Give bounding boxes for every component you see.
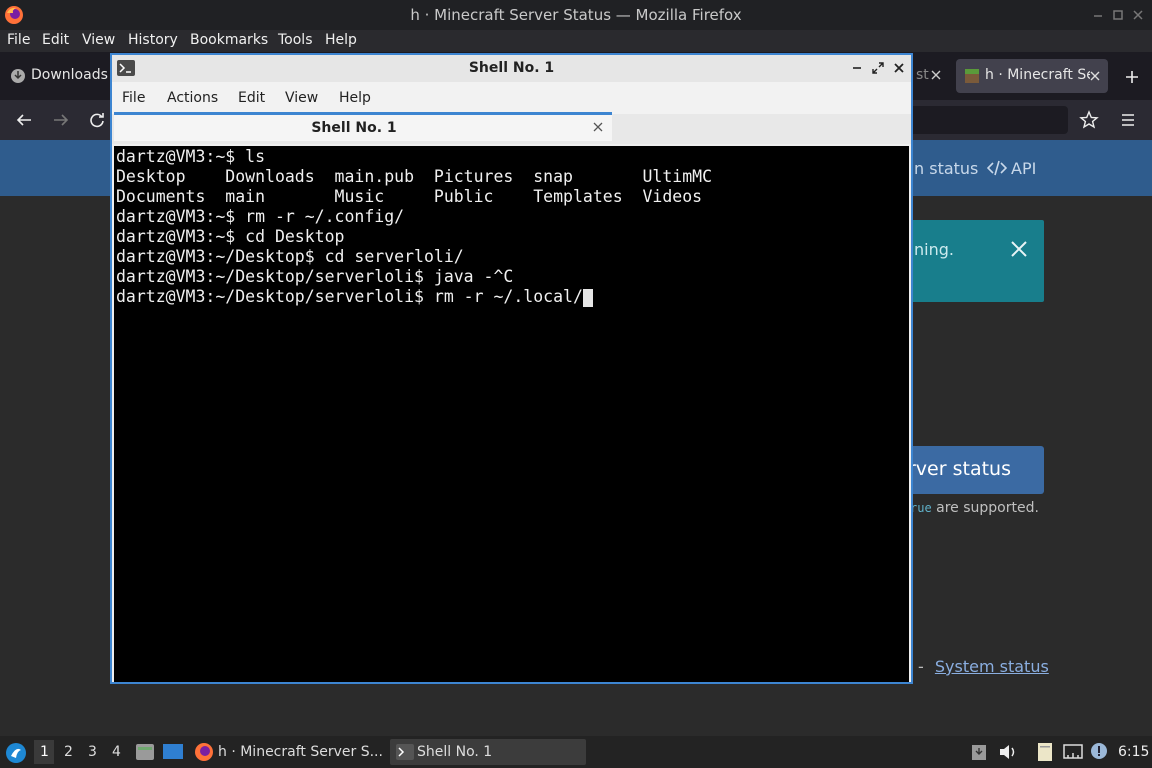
terminal-line-current: dartz@VM3:~/Desktop/serverloli$ rm -r ~/… — [116, 287, 593, 307]
tab-minecraft-status[interactable]: h · Minecraft Se — [956, 59, 1108, 93]
terminal-line: dartz@VM3:~/Desktop$ cd serverloli/ — [116, 247, 464, 266]
menu-file[interactable]: File — [7, 32, 30, 48]
terminal-line: dartz@VM3:~$ rm -r ~/.config/ — [116, 207, 405, 226]
tab-label: st — [916, 67, 929, 83]
firefox-logo-icon — [194, 742, 214, 762]
terminal-line: dartz@VM3:~/Desktop/serverloli$ java -^C — [116, 267, 514, 286]
bookmark-star-icon[interactable] — [1079, 110, 1099, 130]
task-label: Shell No. 1 — [417, 744, 493, 760]
menu-actions[interactable]: Actions — [167, 90, 218, 106]
tab-partial[interactable]: st — [914, 59, 944, 93]
menu-file[interactable]: File — [122, 90, 145, 106]
terminal-line: Desktop Downloads main.pub Pictures snap… — [116, 167, 713, 186]
system-status-link[interactable]: System status — [935, 657, 1049, 676]
taskbar: 1 2 3 4 h · Minecraft Server S... Shell … — [0, 736, 1152, 768]
terminal-window-title: Shell No. 1 — [468, 60, 555, 76]
close-icon[interactable] — [930, 69, 942, 81]
close-icon[interactable] — [1089, 70, 1101, 82]
terminal-app-icon — [396, 744, 414, 760]
tab-downloads[interactable]: Downloads — [4, 59, 108, 93]
task-firefox[interactable]: h · Minecraft Server S... — [190, 739, 386, 765]
close-icon[interactable] — [892, 61, 906, 75]
network-icon[interactable] — [1063, 743, 1083, 761]
minimize-icon[interactable] — [850, 61, 864, 75]
code-snippet: rue — [910, 501, 932, 515]
app-menu-icon[interactable] — [1119, 111, 1137, 129]
reload-icon[interactable] — [88, 111, 106, 129]
workspace-3[interactable]: 3 — [88, 744, 97, 760]
start-menu-icon[interactable] — [5, 742, 27, 764]
tab-label: Shell No. 1 — [311, 120, 397, 136]
terminal-menubar: File Actions Edit View Help — [112, 82, 911, 114]
footer-separator: - — [918, 657, 924, 676]
grass-block-icon — [964, 68, 980, 84]
supported-text: are supported. — [936, 500, 1039, 516]
notes-icon[interactable] — [1035, 742, 1055, 762]
url-bar[interactable] — [900, 106, 1068, 134]
nav-link-status[interactable]: n status — [914, 159, 978, 178]
back-icon[interactable] — [15, 111, 33, 129]
code-icon — [987, 160, 1007, 176]
minimize-icon[interactable] — [1090, 7, 1106, 23]
maximize-icon[interactable] — [1110, 7, 1126, 23]
tab-label: Downloads — [31, 67, 108, 83]
forward-icon[interactable] — [52, 111, 70, 129]
clock: 6:15 — [1118, 744, 1150, 760]
alert-box: ning. — [908, 220, 1044, 302]
close-icon[interactable] — [1010, 240, 1028, 258]
tab-shell-1[interactable]: Shell No. 1 — [114, 112, 612, 141]
alert-text: ning. — [914, 240, 954, 259]
text-cursor — [582, 288, 593, 307]
file-manager-icon[interactable] — [135, 742, 155, 762]
clipboard-icon[interactable] — [971, 743, 987, 761]
menu-edit[interactable]: Edit — [238, 90, 265, 106]
menu-help[interactable]: Help — [339, 90, 371, 106]
workspace-1[interactable]: 1 — [40, 744, 49, 760]
window-title: h · Minecraft Server Status — Mozilla Fi… — [410, 6, 742, 24]
task-terminal[interactable]: Shell No. 1 — [390, 739, 586, 765]
menu-view[interactable]: View — [285, 90, 318, 106]
task-label: h · Minecraft Server S... — [218, 744, 383, 760]
menu-view[interactable]: View — [82, 32, 115, 48]
volume-icon[interactable] — [999, 744, 1019, 760]
command-text: dartz@VM3:~/Desktop/serverloli$ rm -r ~/… — [116, 287, 583, 306]
menu-edit[interactable]: Edit — [42, 32, 69, 48]
terminal-window: Shell No. 1 File Actions Edit View Help … — [110, 53, 913, 684]
close-icon[interactable] — [1130, 7, 1146, 23]
new-tab-icon[interactable] — [1124, 69, 1140, 85]
close-tab-icon[interactable] — [592, 121, 604, 133]
nav-link-api[interactable]: API — [1011, 159, 1036, 178]
menu-tools[interactable]: Tools — [278, 32, 313, 48]
check-server-status-button[interactable]: rver status — [908, 446, 1044, 494]
tab-label: h · Minecraft Se — [985, 67, 1090, 83]
downloads-icon — [10, 68, 26, 84]
firefox-titlebar: h · Minecraft Server Status — Mozilla Fi… — [0, 0, 1152, 30]
firefox-menubar: File Edit View History Bookmarks Tools H… — [0, 30, 1152, 52]
menu-history[interactable]: History — [128, 32, 178, 48]
button-label: rver status — [908, 458, 1011, 480]
terminal-output[interactable]: dartz@VM3:~$ ls Desktop Downloads main.p… — [114, 146, 909, 682]
maximize-icon[interactable] — [871, 61, 885, 75]
supported-note: rue are supported. — [910, 500, 1039, 516]
footer: - System status — [918, 657, 1049, 676]
update-notifier-icon[interactable] — [1090, 742, 1108, 760]
terminal-titlebar: Shell No. 1 — [112, 55, 911, 82]
menu-bookmarks[interactable]: Bookmarks — [190, 32, 268, 48]
menu-help[interactable]: Help — [325, 32, 357, 48]
terminal-line: Documents main Music Public Templates Vi… — [116, 187, 703, 206]
terminal-line: dartz@VM3:~$ cd Desktop — [116, 227, 345, 246]
desktop-icon[interactable] — [162, 742, 184, 762]
workspace-4[interactable]: 4 — [112, 744, 121, 760]
workspace-2[interactable]: 2 — [64, 744, 73, 760]
terminal-line: dartz@VM3:~$ ls — [116, 147, 266, 166]
